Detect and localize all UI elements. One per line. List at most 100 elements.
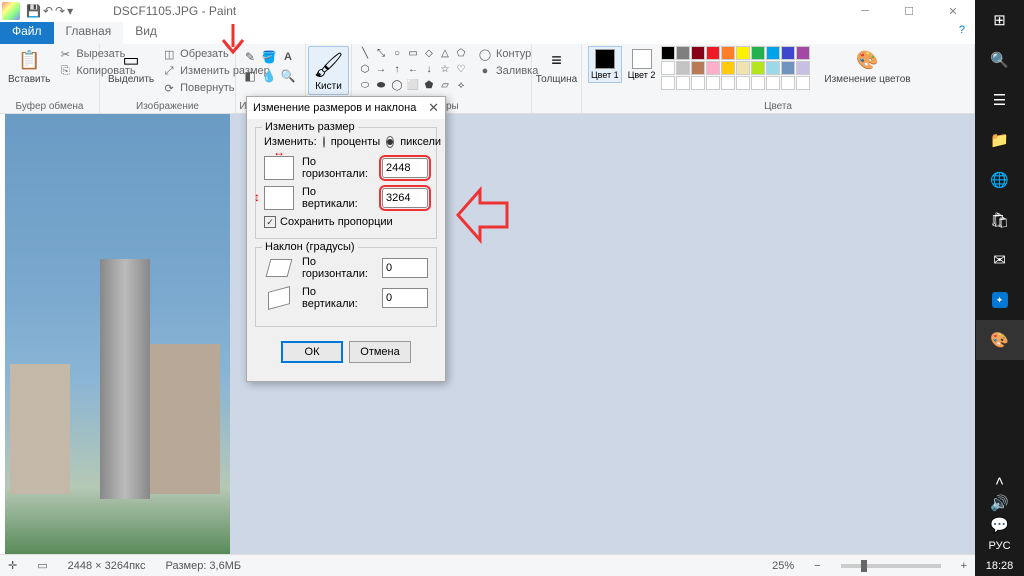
edge-icon[interactable]: 🌐 bbox=[976, 160, 1024, 200]
palette-swatch[interactable] bbox=[676, 61, 690, 75]
radio-pixels[interactable] bbox=[386, 136, 394, 148]
security-icon[interactable]: ✦ bbox=[976, 280, 1024, 320]
outline-button[interactable]: ◯Контур bbox=[476, 46, 540, 62]
notifications-icon[interactable]: 💬 bbox=[976, 514, 1024, 536]
cancel-button[interactable]: Отмена bbox=[349, 341, 411, 363]
palette-swatch[interactable] bbox=[691, 46, 705, 60]
dialog-title: Изменение размеров и наклона bbox=[253, 102, 416, 114]
zoom-in-button[interactable]: + bbox=[961, 560, 967, 572]
dialog-close-icon[interactable]: ✕ bbox=[428, 100, 439, 116]
palette-swatch[interactable] bbox=[781, 61, 795, 75]
resize-dialog: Изменение размеров и наклона ✕ Изменить … bbox=[246, 96, 446, 382]
color2-button[interactable]: Цвет 2 bbox=[626, 47, 658, 82]
palette-swatch[interactable] bbox=[661, 61, 675, 75]
palette-swatch[interactable] bbox=[706, 76, 720, 90]
picker-icon[interactable]: 💧 bbox=[261, 68, 277, 84]
palette-swatch[interactable] bbox=[766, 76, 780, 90]
palette-swatch[interactable] bbox=[661, 76, 675, 90]
skew-v-input[interactable] bbox=[382, 288, 428, 308]
store-icon[interactable]: 🛍 bbox=[976, 200, 1024, 240]
palette-swatch[interactable] bbox=[721, 76, 735, 90]
close-button[interactable]: ✕ bbox=[931, 0, 975, 22]
palette-swatch[interactable] bbox=[766, 46, 780, 60]
palette-swatch[interactable] bbox=[736, 76, 750, 90]
palette-swatch[interactable] bbox=[676, 76, 690, 90]
selection-icon: ▭ bbox=[37, 559, 47, 572]
qat-dropdown-icon[interactable]: ▾ bbox=[67, 4, 73, 18]
paint-icon[interactable]: 🎨 bbox=[976, 320, 1024, 360]
palette-swatch[interactable] bbox=[706, 61, 720, 75]
palette-swatch[interactable] bbox=[691, 61, 705, 75]
language-indicator[interactable]: РУС bbox=[984, 536, 1014, 556]
palette-swatch[interactable] bbox=[796, 61, 810, 75]
brushes-button[interactable]: 🖌 Кисти bbox=[308, 46, 349, 95]
size-button[interactable]: ≡Толщина bbox=[538, 46, 575, 87]
aspect-checkbox[interactable]: ✓ bbox=[264, 216, 276, 228]
tab-view[interactable]: Вид bbox=[123, 22, 169, 44]
tray-chevron-icon[interactable]: ˄ bbox=[976, 470, 1024, 492]
fill-icon[interactable]: 🪣 bbox=[261, 49, 277, 65]
palette-swatch[interactable] bbox=[751, 76, 765, 90]
clock[interactable]: 18:28 bbox=[982, 556, 1018, 576]
redo-icon[interactable]: ↷ bbox=[55, 4, 65, 18]
start-button[interactable]: ⊞ bbox=[976, 0, 1024, 40]
save-icon[interactable]: 💾 bbox=[26, 4, 41, 18]
undo-icon[interactable]: ↶ bbox=[43, 4, 53, 18]
search-icon[interactable]: 🔍 bbox=[976, 40, 1024, 80]
palette-swatch[interactable] bbox=[781, 46, 795, 60]
text-icon[interactable]: A bbox=[280, 49, 296, 65]
palette-swatch[interactable] bbox=[706, 46, 720, 60]
palette-swatch[interactable] bbox=[736, 46, 750, 60]
palette-swatch[interactable] bbox=[796, 46, 810, 60]
maximize-button[interactable]: ☐ bbox=[887, 0, 931, 22]
palette-swatch[interactable] bbox=[781, 76, 795, 90]
palette-swatch[interactable] bbox=[661, 46, 675, 60]
palette-swatch[interactable] bbox=[796, 76, 810, 90]
palette-swatch[interactable] bbox=[676, 46, 690, 60]
mail-icon[interactable]: ✉ bbox=[976, 240, 1024, 280]
skew-h-input[interactable] bbox=[382, 258, 428, 278]
vert-input[interactable] bbox=[382, 188, 428, 208]
palette-swatch[interactable] bbox=[721, 61, 735, 75]
dialog-title-bar[interactable]: Изменение размеров и наклона ✕ bbox=[247, 97, 445, 119]
palette-swatch[interactable] bbox=[736, 61, 750, 75]
group-image-label: Изображение bbox=[100, 101, 235, 112]
color-palette[interactable] bbox=[661, 46, 810, 90]
pencil-icon[interactable]: ✎ bbox=[242, 49, 258, 65]
palette-swatch[interactable] bbox=[691, 76, 705, 90]
palette-swatch[interactable] bbox=[751, 61, 765, 75]
task-view-icon[interactable]: ☰ bbox=[976, 80, 1024, 120]
canvas-area[interactable] bbox=[5, 114, 975, 554]
radio-percent[interactable] bbox=[323, 136, 325, 148]
tab-file[interactable]: Файл bbox=[0, 22, 54, 44]
zoom-slider[interactable] bbox=[841, 564, 941, 568]
resize-legend: Изменить размер bbox=[262, 121, 358, 133]
shapes-gallery[interactable]: ╲⤡○▭◇△⬠ ⬡→↑←↓☆♡ ⬭⬬◯⬜⬟▱⟡ bbox=[358, 46, 468, 92]
explorer-icon[interactable]: 📁 bbox=[976, 120, 1024, 160]
minimize-button[interactable]: ─ bbox=[843, 0, 887, 22]
select-button[interactable]: ▭Выделить bbox=[106, 46, 156, 87]
palette-swatch[interactable] bbox=[766, 61, 780, 75]
app-icon bbox=[2, 2, 20, 20]
windows-taskbar: ⊞ 🔍 ☰ 📁 🌐 🛍 ✉ ✦ 🎨 ˄ 🔊 💬 РУС 18:28 bbox=[975, 0, 1024, 576]
ok-button[interactable]: ОК bbox=[281, 341, 343, 363]
volume-icon[interactable]: 🔊 bbox=[976, 492, 1024, 514]
paste-button[interactable]: 📋Вставить bbox=[6, 46, 52, 87]
help-icon[interactable]: ? bbox=[949, 22, 975, 44]
zoom-out-button[interactable]: − bbox=[814, 560, 820, 572]
palette-swatch[interactable] bbox=[721, 46, 735, 60]
vert-label: По вертикали: bbox=[302, 186, 374, 210]
quick-access: 💾 ↶ ↷ ▾ bbox=[26, 4, 73, 18]
ribbon: 📋Вставить ✂Вырезать ⎘Копировать Буфер об… bbox=[0, 44, 975, 114]
edit-colors-button[interactable]: 🎨Изменение цветов bbox=[822, 46, 912, 87]
eraser-icon[interactable]: ◧ bbox=[242, 68, 258, 84]
zoom-icon[interactable]: 🔍 bbox=[280, 68, 296, 84]
shape-fill-button[interactable]: ●Заливка bbox=[476, 63, 540, 79]
tab-home[interactable]: Главная bbox=[54, 22, 124, 44]
status-bar: ✛ ▭ 2448 × 3264пкс Размер: 3,6МБ 25% − + bbox=[0, 554, 975, 576]
image-content bbox=[5, 114, 230, 554]
cursor-pos-icon: ✛ bbox=[8, 559, 17, 572]
horiz-input[interactable] bbox=[382, 158, 428, 178]
color1-button[interactable]: Цвет 1 bbox=[588, 46, 622, 83]
palette-swatch[interactable] bbox=[751, 46, 765, 60]
